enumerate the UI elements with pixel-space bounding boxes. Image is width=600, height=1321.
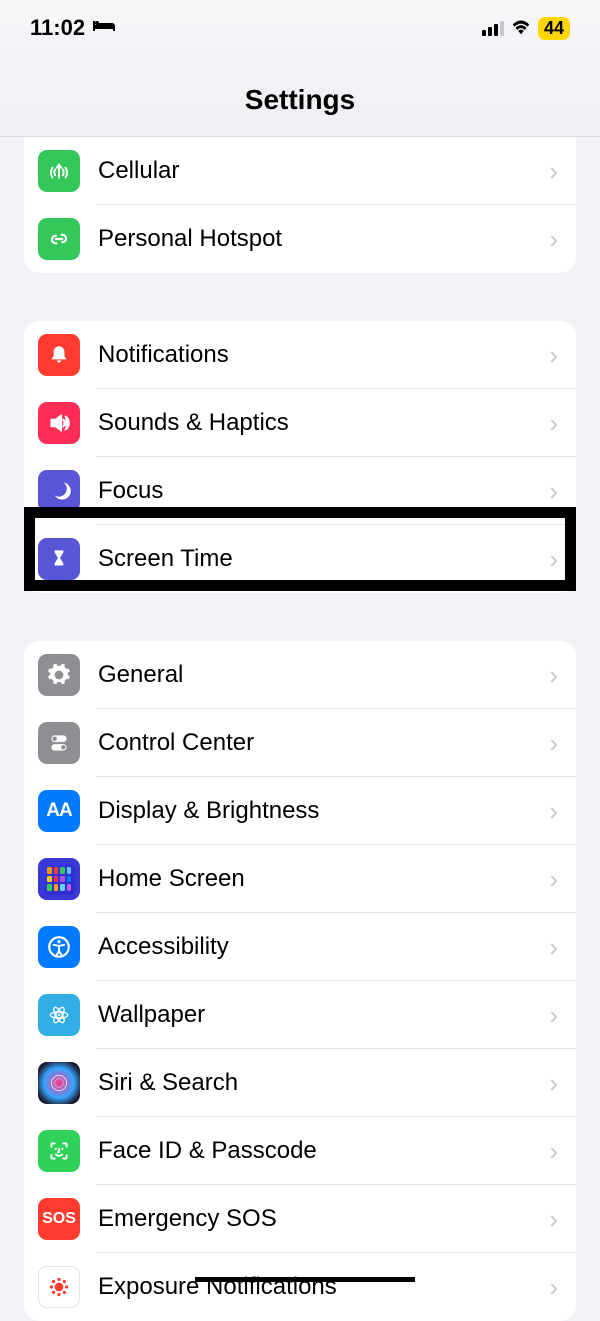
row-label: Wallpaper <box>98 1001 549 1029</box>
row-label: Personal Hotspot <box>98 225 549 253</box>
row-control-center[interactable]: Control Center › <box>24 709 576 777</box>
row-label: Siri & Search <box>98 1069 549 1097</box>
status-right: 44 <box>482 15 570 41</box>
settings-group-system: General › Control Center › AA Display & … <box>24 641 576 1321</box>
cellular-icon <box>38 150 80 192</box>
wifi-icon <box>510 15 532 41</box>
chevron-right-icon: › <box>549 476 558 507</box>
chevron-right-icon: › <box>549 728 558 759</box>
chevron-right-icon: › <box>549 660 558 691</box>
sos-icon: SOS <box>38 1198 80 1240</box>
battery-indicator: 44 <box>538 17 570 40</box>
row-label: Display & Brightness <box>98 797 549 825</box>
chevron-right-icon: › <box>549 932 558 963</box>
row-label: Face ID & Passcode <box>98 1137 549 1165</box>
chevron-right-icon: › <box>549 796 558 827</box>
accessibility-icon <box>38 926 80 968</box>
chevron-right-icon: › <box>549 1136 558 1167</box>
row-personal-hotspot[interactable]: Personal Hotspot › <box>24 205 576 273</box>
strikethrough-annotation <box>195 1277 415 1282</box>
notifications-icon <box>38 334 80 376</box>
settings-group-attention: Notifications › Sounds & Haptics › Focus… <box>24 321 576 593</box>
chevron-right-icon: › <box>549 1000 558 1031</box>
cellular-signal-icon <box>482 20 504 36</box>
row-siri-search[interactable]: Siri & Search › <box>24 1049 576 1117</box>
row-wallpaper[interactable]: Wallpaper › <box>24 981 576 1049</box>
home-screen-icon <box>38 858 80 900</box>
hotspot-icon <box>38 218 80 260</box>
chevron-right-icon: › <box>549 224 558 255</box>
row-label: Control Center <box>98 729 549 757</box>
status-time: 11:02 <box>30 15 85 41</box>
exposure-icon <box>38 1266 80 1308</box>
control-center-icon <box>38 722 80 764</box>
row-screen-time[interactable]: Screen Time › <box>24 525 576 593</box>
row-label: Focus <box>98 477 549 505</box>
status-bar: 11:02 44 <box>0 0 600 56</box>
row-label: Emergency SOS <box>98 1205 549 1233</box>
page-title: Settings <box>0 84 600 116</box>
row-notifications[interactable]: Notifications › <box>24 321 576 389</box>
row-display-brightness[interactable]: AA Display & Brightness › <box>24 777 576 845</box>
row-focus[interactable]: Focus › <box>24 457 576 525</box>
row-label: Home Screen <box>98 865 549 893</box>
wallpaper-icon <box>38 994 80 1036</box>
chevron-right-icon: › <box>549 864 558 895</box>
chevron-right-icon: › <box>549 544 558 575</box>
chevron-right-icon: › <box>549 1068 558 1099</box>
sounds-icon <box>38 402 80 444</box>
row-face-id-passcode[interactable]: Face ID & Passcode › <box>24 1117 576 1185</box>
screen-time-icon <box>38 538 80 580</box>
row-label: Screen Time <box>98 545 549 573</box>
chevron-right-icon: › <box>549 156 558 187</box>
row-accessibility[interactable]: Accessibility › <box>24 913 576 981</box>
row-label: Accessibility <box>98 933 549 961</box>
bed-icon <box>93 16 117 40</box>
chevron-right-icon: › <box>549 340 558 371</box>
row-home-screen[interactable]: Home Screen › <box>24 845 576 913</box>
siri-icon <box>38 1062 80 1104</box>
display-icon: AA <box>38 790 80 832</box>
row-exposure-notifications[interactable]: Exposure Notifications › <box>24 1253 576 1321</box>
row-general[interactable]: General › <box>24 641 576 709</box>
row-label: Notifications <box>98 341 549 369</box>
chevron-right-icon: › <box>549 1204 558 1235</box>
status-left: 11:02 <box>30 15 117 41</box>
face-id-icon <box>38 1130 80 1172</box>
chevron-right-icon: › <box>549 408 558 439</box>
general-icon <box>38 654 80 696</box>
navigation-bar: Settings <box>0 56 600 137</box>
focus-icon <box>38 470 80 512</box>
row-cellular[interactable]: Cellular › <box>24 137 576 205</box>
row-label: Sounds & Haptics <box>98 409 549 437</box>
settings-group-network: Cellular › Personal Hotspot › <box>24 137 576 273</box>
row-label: Cellular <box>98 157 549 185</box>
row-sounds-haptics[interactable]: Sounds & Haptics › <box>24 389 576 457</box>
row-emergency-sos[interactable]: SOS Emergency SOS › <box>24 1185 576 1253</box>
row-label: General <box>98 661 549 689</box>
